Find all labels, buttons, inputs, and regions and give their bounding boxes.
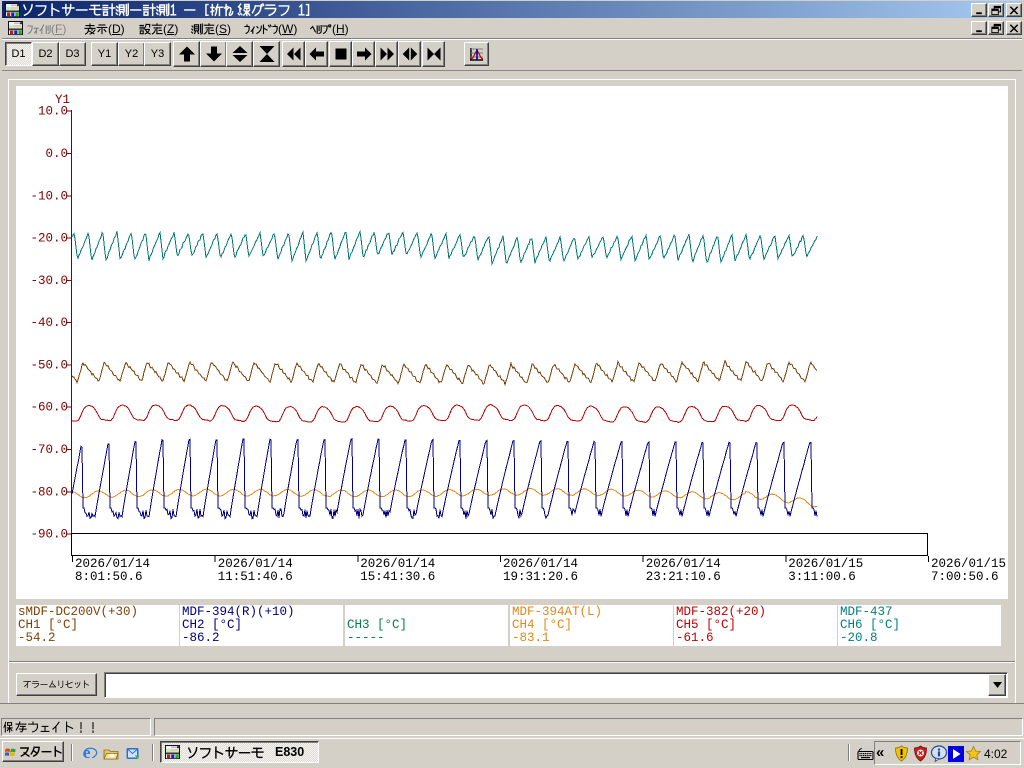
- svg-text:-80.0: -80.0: [30, 485, 68, 499]
- svg-text:2026/01/14: 2026/01/14: [218, 557, 293, 571]
- svg-text:-50.0: -50.0: [30, 358, 68, 372]
- svg-text:2026/01/14: 2026/01/14: [75, 557, 150, 571]
- svg-text:0.0: 0.0: [45, 147, 68, 161]
- svg-text:3:11:00.6: 3:11:00.6: [788, 570, 856, 584]
- svg-text:Y1: Y1: [55, 93, 70, 107]
- svg-text:2026/01/14: 2026/01/14: [360, 557, 435, 571]
- svg-text:-90.0: -90.0: [30, 528, 68, 542]
- svg-text:15:41:30.6: 15:41:30.6: [360, 570, 435, 584]
- svg-text:11:51:40.6: 11:51:40.6: [218, 570, 293, 584]
- svg-text:-40.0: -40.0: [30, 316, 68, 330]
- svg-text:2026/01/14: 2026/01/14: [646, 557, 721, 571]
- svg-text:7:00:50.6: 7:00:50.6: [931, 570, 999, 584]
- svg-text:-60.0: -60.0: [30, 401, 68, 415]
- svg-text:2026/01/15: 2026/01/15: [931, 557, 1006, 571]
- svg-text:19:31:20.6: 19:31:20.6: [503, 570, 578, 584]
- svg-text:-70.0: -70.0: [30, 443, 68, 457]
- svg-text:2026/01/15: 2026/01/15: [788, 557, 863, 571]
- svg-text:23:21:10.6: 23:21:10.6: [646, 570, 721, 584]
- svg-text:2026/01/14: 2026/01/14: [503, 557, 578, 571]
- svg-text:-20.0: -20.0: [30, 232, 68, 246]
- svg-text:-30.0: -30.0: [30, 274, 68, 288]
- svg-text:8:01:50.6: 8:01:50.6: [75, 570, 143, 584]
- svg-text:-10.0: -10.0: [30, 189, 68, 203]
